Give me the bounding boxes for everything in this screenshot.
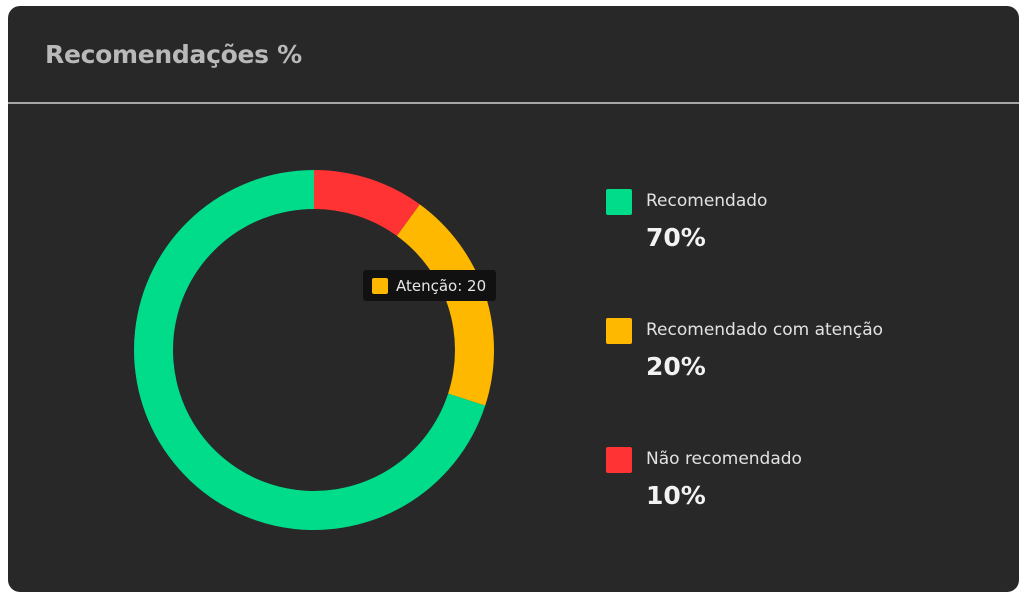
legend-value: 10% [646, 481, 706, 510]
legend-label: Não recomendado [646, 449, 802, 469]
legend-swatch [606, 447, 632, 473]
chart-tooltip: Atenção: 20 [363, 270, 497, 301]
donut-slice-n-o-recomendado[interactable] [314, 170, 420, 236]
legend-value: 20% [646, 352, 706, 381]
legend-label: Recomendado com atenção [646, 320, 884, 340]
legend-value: 70% [646, 223, 706, 252]
legend-swatch [606, 318, 632, 344]
legend-label: Recomendado [646, 191, 768, 211]
legend-item[interactable]: Recomendado com atenção 20% [606, 315, 1006, 385]
tooltip-swatch [372, 277, 388, 294]
recommendations-card: Recomendações % Recomendado 70% Recomendad… [8, 6, 1019, 592]
legend-item[interactable]: Recomendado 70% [606, 186, 1006, 256]
legend-item[interactable]: Não recomendado 10% [606, 444, 1006, 514]
legend-swatch [606, 189, 632, 215]
tooltip-text: Atenção: 20 [396, 276, 487, 295]
donut-slice-recomendado-com-aten-o[interactable] [396, 204, 494, 406]
